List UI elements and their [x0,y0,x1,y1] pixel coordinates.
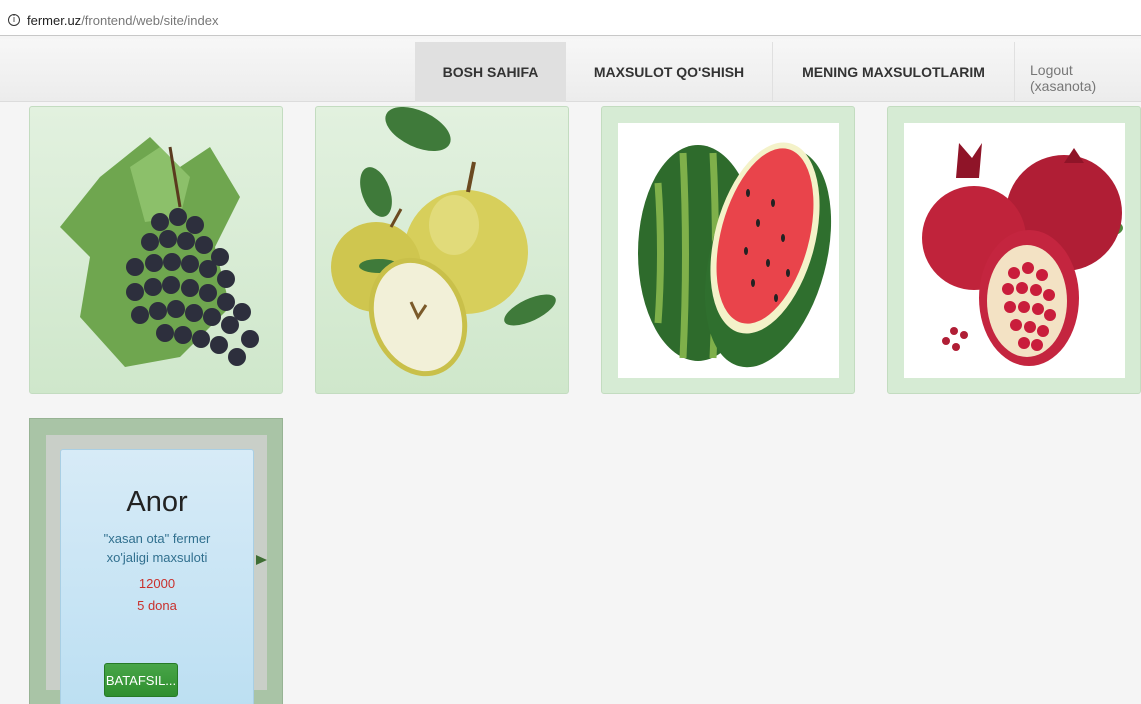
url-path: /frontend/web/site/index [81,13,219,28]
product-description: "xasan ota" fermer xo'jaligi maxsuloti [103,531,211,565]
nav-add-product[interactable]: MAXSULOT QO'SHISH [565,42,772,102]
product-card-anor[interactable]: Anor "xasan ota" fermer xo'jaligi maxsul… [29,418,283,704]
nav-my-products[interactable]: MENING MAXSULOTLARIM [772,42,1014,102]
url-text[interactable]: fermer.uz/frontend/web/site/index [27,13,219,28]
product-card-apples[interactable] [315,106,569,394]
product-overlay: Anor "xasan ota" fermer xo'jaligi maxsul… [60,449,254,704]
browser-address-bar[interactable]: i fermer.uz/frontend/web/site/index [0,0,1141,36]
product-price: 12000 [138,576,176,591]
watermelon-image [638,142,832,368]
details-button[interactable]: BATAFSIL... [104,663,178,697]
pomegranate-image [922,143,1123,366]
watermelon-image-frame [618,123,839,378]
product-card-watermelon[interactable] [601,106,855,394]
pomegranate-image-frame [904,123,1125,378]
nav-logout[interactable]: Logout (xasanota) [1014,42,1141,102]
product-card-grapes[interactable] [29,106,283,394]
apples-image [331,107,556,377]
product-card-pomegranate[interactable] [887,106,1141,394]
nav-home[interactable]: BOSH SAHIFA [415,42,565,102]
product-quantity: 5 dona [137,598,177,613]
grapes-image [60,137,259,367]
url-domain: fermer.uz [27,13,82,28]
info-icon[interactable]: i [8,14,20,26]
product-title: Anor [126,486,188,518]
navbar: BOSH SAHIFA MAXSULOT QO'SHISH MENING MAX… [0,39,1141,102]
